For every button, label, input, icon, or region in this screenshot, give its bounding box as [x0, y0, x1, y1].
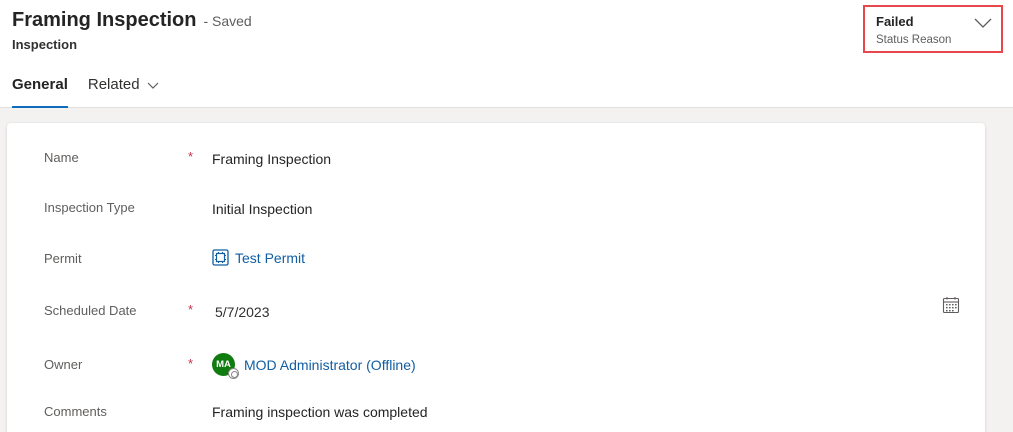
chevron-down-icon [974, 18, 992, 28]
tab-related[interactable]: Related [88, 72, 159, 108]
name-input[interactable]: Framing Inspection [212, 151, 331, 167]
permit-entity-icon [212, 249, 229, 266]
permit-lookup-link[interactable]: Test Permit [212, 249, 305, 266]
chevron-down-icon [147, 82, 159, 89]
owner-lookup-text: MOD Administrator (Offline) [244, 356, 416, 373]
title-row: Framing Inspection - Saved [12, 9, 252, 32]
tab-general[interactable]: General [12, 72, 68, 108]
status-reason-value: Failed [876, 14, 914, 29]
field-scheduled-date: Scheduled Date * 5/7/2023 [7, 297, 985, 333]
avatar: MA [212, 353, 239, 379]
tab-list: General Related [12, 72, 179, 108]
owner-lookup-link[interactable]: MA MOD Administrator (Offline) [212, 353, 416, 379]
calendar-icon[interactable] [942, 296, 960, 314]
status-reason-dropdown[interactable]: Failed Status Reason [863, 5, 1003, 53]
field-label: Scheduled Date [44, 303, 137, 318]
field-name: Name * Framing Inspection [7, 149, 985, 180]
entity-type-label: Inspection [12, 37, 78, 52]
required-indicator: * [188, 149, 194, 164]
required-indicator: * [188, 302, 194, 317]
tab-general-label: General [12, 76, 68, 93]
inspection-type-select[interactable]: Initial Inspection [212, 201, 312, 217]
field-label: Name [44, 150, 79, 165]
field-inspection-type: Inspection Type Initial Inspection [7, 200, 985, 230]
permit-lookup-text: Test Permit [235, 249, 306, 266]
save-status: - Saved [203, 13, 252, 29]
field-comments: Comments Framing inspection was complete… [7, 404, 985, 432]
tab-related-label: Related [87, 76, 140, 93]
avatar-initials: MA [216, 359, 231, 370]
general-form-section: Name * Framing Inspection Inspection Typ… [7, 123, 985, 432]
field-label: Permit [44, 251, 82, 266]
field-label: Inspection Type [44, 200, 135, 215]
required-indicator: * [188, 356, 194, 371]
status-reason-label: Status Reason [876, 34, 952, 46]
field-label: Comments [44, 404, 107, 419]
field-label: Owner [44, 357, 83, 372]
field-permit: Permit Test Permit [7, 249, 985, 281]
scheduled-date-input[interactable]: 5/7/2023 [215, 304, 270, 320]
presence-offline-icon [228, 368, 239, 379]
record-header: Framing Inspection - Saved Inspection Fa… [0, 0, 1013, 108]
comments-textarea[interactable]: Framing inspection was completed [212, 404, 428, 420]
record-title: Framing Inspection [12, 9, 197, 31]
field-owner: Owner * MA MOD Administrator (Offline) [7, 353, 985, 387]
